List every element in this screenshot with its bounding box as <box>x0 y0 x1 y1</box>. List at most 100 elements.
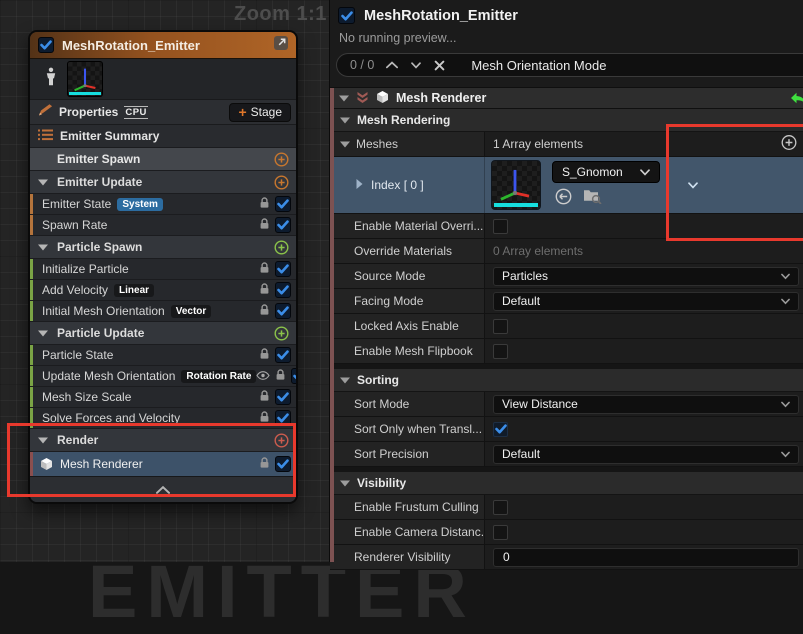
details-row-source-mode[interactable]: Source ModeParticles <box>330 264 803 289</box>
module-enabled-checkbox[interactable] <box>275 389 291 405</box>
search-clear-icon[interactable] <box>434 60 445 71</box>
module-enabled-checkbox[interactable] <box>275 282 291 298</box>
add-module-icon[interactable] <box>274 326 289 341</box>
emitter-thumbnail[interactable] <box>67 61 103 97</box>
chevron-down-icon[interactable] <box>38 179 53 186</box>
value-dropdown[interactable]: Default <box>493 445 799 464</box>
stack-module-emitter-state[interactable]: Emitter StateSystem <box>30 193 296 214</box>
details-row-locked-axis-enable[interactable]: Locked Axis Enable <box>330 314 803 339</box>
add-module-icon[interactable] <box>274 152 289 167</box>
mesh-asset-thumbnail[interactable] <box>491 160 541 210</box>
value-dropdown[interactable]: Particles <box>493 267 799 286</box>
summary-list-icon <box>38 129 53 144</box>
emitter-node-title: MeshRotation_Emitter <box>62 38 265 53</box>
details-row-renderer-visibility[interactable]: Renderer Visibility0 <box>330 545 803 570</box>
details-row-enable-camera-distanc[interactable]: Enable Camera Distanc... <box>330 520 803 545</box>
search-prev-icon[interactable] <box>386 61 398 69</box>
stack-module-spawn-rate[interactable]: Spawn Rate <box>30 214 296 235</box>
category-details-row-sorting[interactable]: Sorting <box>330 369 803 392</box>
stack-group-particle-update[interactable]: Particle Update <box>30 321 296 344</box>
add-module-icon[interactable] <box>274 240 289 255</box>
emitter-summary-row[interactable]: Emitter Summary <box>30 124 296 147</box>
category-details-row-mesh-rendering[interactable]: Mesh Rendering <box>330 109 803 132</box>
value-checkbox[interactable] <box>493 500 508 515</box>
module-enabled-checkbox[interactable] <box>275 217 291 233</box>
mesh-array-element-row[interactable]: Index [ 0 ]S_Gnomon <box>330 157 803 214</box>
emitter-enabled-checkbox[interactable] <box>38 37 54 53</box>
asset-name-label: S_Gnomon <box>562 165 623 179</box>
details-search-bar[interactable]: 0 / 0 Mesh Orientation Mode <box>336 53 803 77</box>
details-row-sort-precision[interactable]: Sort PrecisionDefault <box>330 442 803 467</box>
use-selected-asset-icon[interactable] <box>555 188 572 210</box>
module-enabled-checkbox[interactable] <box>275 261 291 277</box>
details-row-facing-mode[interactable]: Facing ModeDefault <box>330 289 803 314</box>
stack-module-add-velocity[interactable]: Add VelocityLinear <box>30 279 296 300</box>
chevron-down-icon[interactable] <box>38 244 53 251</box>
stack-renderer-mesh-renderer[interactable]: Mesh Renderer <box>30 451 296 476</box>
emitter-node-titlebar[interactable]: MeshRotation_Emitter <box>30 32 296 59</box>
value-checkbox[interactable] <box>493 344 508 359</box>
chevron-down-icon[interactable] <box>340 137 350 151</box>
emitter-enabled-checkbox-details[interactable] <box>338 7 355 24</box>
value-dropdown[interactable]: Default <box>493 292 799 311</box>
value-checkbox[interactable] <box>493 525 508 540</box>
module-label: Update Mesh Orientation <box>42 369 175 383</box>
details-pane[interactable]: MeshRotation_Emitter No running preview.… <box>330 0 803 562</box>
stack-module-initial-mesh-orientation[interactable]: Initial Mesh OrientationVector <box>30 300 296 321</box>
add-module-icon[interactable] <box>274 433 289 448</box>
emitter-node[interactable]: MeshRotation_Emitter Properties CPU + St… <box>28 30 298 504</box>
details-row-enable-frustum-culling[interactable]: Enable Frustum Culling <box>330 495 803 520</box>
details-row-override-materials[interactable]: Override Materials0 Array elements <box>330 239 803 264</box>
details-row-enable-material-overri[interactable]: Enable Material Overri... <box>330 214 803 239</box>
chevron-down-icon[interactable] <box>339 91 349 105</box>
details-row-sort-only-when-transl[interactable]: Sort Only when Transl... <box>330 417 803 442</box>
chevron-down-icon[interactable] <box>38 437 53 444</box>
add-module-icon[interactable] <box>274 175 289 190</box>
emitter-properties-row[interactable]: Properties CPU + Stage <box>30 99 296 124</box>
module-enabled-checkbox[interactable] <box>275 303 291 319</box>
category-details-row-visibility[interactable]: Visibility <box>330 472 803 495</box>
value-checkbox[interactable] <box>493 219 508 234</box>
stack-module-update-mesh-orientation[interactable]: Update Mesh OrientationRotation Rate <box>30 365 296 386</box>
eye-icon[interactable] <box>256 369 270 383</box>
value-checkbox[interactable] <box>493 319 508 334</box>
niagara-graph-pane[interactable]: Zoom 1:1 EMITTER MeshRotation_Emitter Pr… <box>0 0 330 562</box>
dropdown-value: View Distance <box>502 397 578 411</box>
stack-module-mesh-size-scale[interactable]: Mesh Size Scale <box>30 386 296 407</box>
module-enabled-checkbox[interactable] <box>275 347 291 363</box>
reset-to-default-icon[interactable] <box>789 92 803 108</box>
value-checkbox[interactable] <box>493 422 508 437</box>
stack-module-initialize-particle[interactable]: Initialize Particle <box>30 258 296 279</box>
search-query-text[interactable]: Mesh Orientation Mode <box>471 58 606 73</box>
chevron-down-icon[interactable] <box>38 330 53 337</box>
collapse-node-button[interactable] <box>30 476 296 502</box>
search-next-icon[interactable] <box>410 62 422 69</box>
stack-module-solve-forces-and-velocity[interactable]: Solve Forces and Velocity <box>30 407 296 428</box>
mesh-renderer-header[interactable]: Mesh Renderer <box>330 87 803 109</box>
value-dropdown[interactable]: View Distance <box>493 395 799 414</box>
property-label: Enable Frustum Culling <box>354 500 479 514</box>
add-stage-button[interactable]: + Stage <box>229 103 291 122</box>
open-emitter-icon[interactable] <box>273 35 289 56</box>
chevron-right-icon[interactable] <box>356 178 363 192</box>
mesh-asset-dropdown[interactable]: S_Gnomon <box>552 161 660 183</box>
value-input[interactable]: 0 <box>493 548 799 567</box>
stack-module-particle-state[interactable]: Particle State <box>30 344 296 365</box>
stack-group-render[interactable]: Render <box>30 428 296 451</box>
element-options-icon[interactable] <box>687 182 699 189</box>
details-row-enable-mesh-flipbook[interactable]: Enable Mesh Flipbook <box>330 339 803 364</box>
chevron-down-icon[interactable] <box>340 113 350 127</box>
details-row-meshes[interactable]: Meshes1 Array elements <box>330 132 803 157</box>
module-enabled-checkbox[interactable] <box>291 368 298 384</box>
chevron-down-icon[interactable] <box>340 476 350 490</box>
renderer-enabled-checkbox[interactable] <box>275 456 291 472</box>
details-row-sort-mode[interactable]: Sort ModeView Distance <box>330 392 803 417</box>
add-array-element-icon[interactable] <box>781 135 797 154</box>
module-enabled-checkbox[interactable] <box>275 196 291 212</box>
chevron-down-icon[interactable] <box>340 373 350 387</box>
stack-group-emitter-update[interactable]: Emitter Update <box>30 170 296 193</box>
module-enabled-checkbox[interactable] <box>275 410 291 426</box>
browse-to-asset-icon[interactable] <box>583 188 602 209</box>
stack-group-emitter-spawn[interactable]: Emitter Spawn <box>30 147 296 170</box>
stack-group-particle-spawn[interactable]: Particle Spawn <box>30 235 296 258</box>
